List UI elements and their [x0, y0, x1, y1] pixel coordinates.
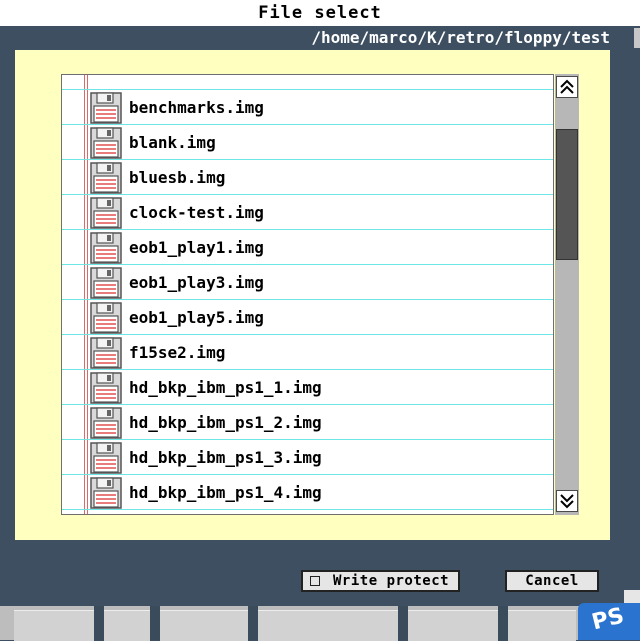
current-path: /home/marco/K/retro/floppy/test	[311, 28, 610, 47]
scroll-thumb[interactable]	[556, 129, 578, 260]
ps-logo-badge: PS	[578, 603, 640, 640]
file-row[interactable]: clock-test.img	[62, 195, 553, 230]
file-row[interactable]: eob1_play1.img	[62, 230, 553, 265]
taskbar-key	[104, 610, 150, 641]
file-name: eob1_play3.img	[129, 273, 264, 292]
floppy-disk-icon	[90, 337, 122, 369]
file-row[interactable]: eob1_play3.img	[62, 265, 553, 300]
floppy-disk-icon	[90, 477, 122, 509]
scroll-up-button[interactable]	[556, 76, 578, 98]
file-name: hd_bkp_ibm_ps1_2.img	[129, 413, 322, 432]
taskbar-gap	[498, 606, 508, 640]
scroll-down-button[interactable]	[556, 490, 578, 512]
file-list[interactable]: benchmarks.img blank.img bluesb.img clock-t…	[61, 74, 554, 515]
floppy-disk-icon	[90, 302, 122, 334]
floppy-disk-icon	[90, 407, 122, 439]
taskbar-key	[258, 610, 398, 641]
file-name: f15se2.img	[129, 343, 226, 362]
ps-logo-text: PS	[589, 603, 627, 636]
file-name: hd_bkp_ibm_ps1_1.img	[129, 378, 322, 397]
file-name: blank.img	[129, 133, 216, 152]
file-name: clock-test.img	[129, 203, 264, 222]
write-protect-button[interactable]: Write protect	[301, 570, 460, 592]
taskbar-key	[508, 610, 576, 641]
file-row[interactable]: blank.img	[62, 125, 553, 160]
vertical-scrollbar[interactable]	[555, 74, 579, 515]
path-scroll-indicator	[634, 28, 640, 48]
file-name: eob1_play1.img	[129, 238, 264, 257]
file-row[interactable]: hd_bkp_ibm_ps1_2.img	[62, 405, 553, 440]
taskbar-gap	[398, 606, 408, 640]
taskbar	[0, 606, 640, 641]
floppy-disk-icon	[90, 267, 122, 299]
file-name: bluesb.img	[129, 168, 226, 187]
file-name: eob1_play5.img	[129, 308, 264, 327]
write-protect-label: Write protect	[333, 573, 450, 589]
floppy-disk-icon	[90, 232, 122, 264]
taskbar-gap	[248, 606, 258, 640]
file-row[interactable]: eob1_play5.img	[62, 300, 553, 335]
taskbar-key	[14, 610, 94, 641]
taskbar-gap	[94, 606, 104, 640]
file-row[interactable]: benchmarks.img	[62, 90, 553, 125]
floppy-disk-icon	[90, 162, 122, 194]
file-name: hd_bkp_ibm_ps1_4.img	[129, 483, 322, 502]
floppy-disk-icon	[90, 372, 122, 404]
file-row[interactable]	[62, 75, 553, 90]
dialog-title: File select	[0, 0, 640, 26]
floppy-disk-icon	[90, 197, 122, 229]
file-row[interactable]: hd_bkp_ibm_ps1_3.img	[62, 440, 553, 475]
file-row[interactable]: f15se2.img	[62, 335, 553, 370]
file-row[interactable]: hd_bkp_ibm_ps1_1.img	[62, 370, 553, 405]
file-row[interactable]: hd_bkp_ibm_ps1_4.img	[62, 475, 553, 510]
file-name: hd_bkp_ibm_ps1_3.img	[129, 448, 322, 467]
double-chevron-up-icon	[560, 79, 574, 94]
cancel-button[interactable]: Cancel	[505, 570, 599, 592]
double-chevron-down-icon	[560, 494, 574, 509]
floppy-disk-icon	[90, 127, 122, 159]
file-name: benchmarks.img	[129, 98, 264, 117]
taskbar-gap	[150, 606, 160, 640]
floppy-disk-icon	[90, 92, 122, 124]
taskbar-key	[408, 610, 498, 641]
cancel-label: Cancel	[525, 573, 579, 589]
write-protect-checkbox[interactable]	[310, 576, 320, 586]
taskbar-key	[160, 610, 248, 641]
floppy-disk-icon	[90, 442, 122, 474]
file-row[interactable]: bluesb.img	[62, 160, 553, 195]
